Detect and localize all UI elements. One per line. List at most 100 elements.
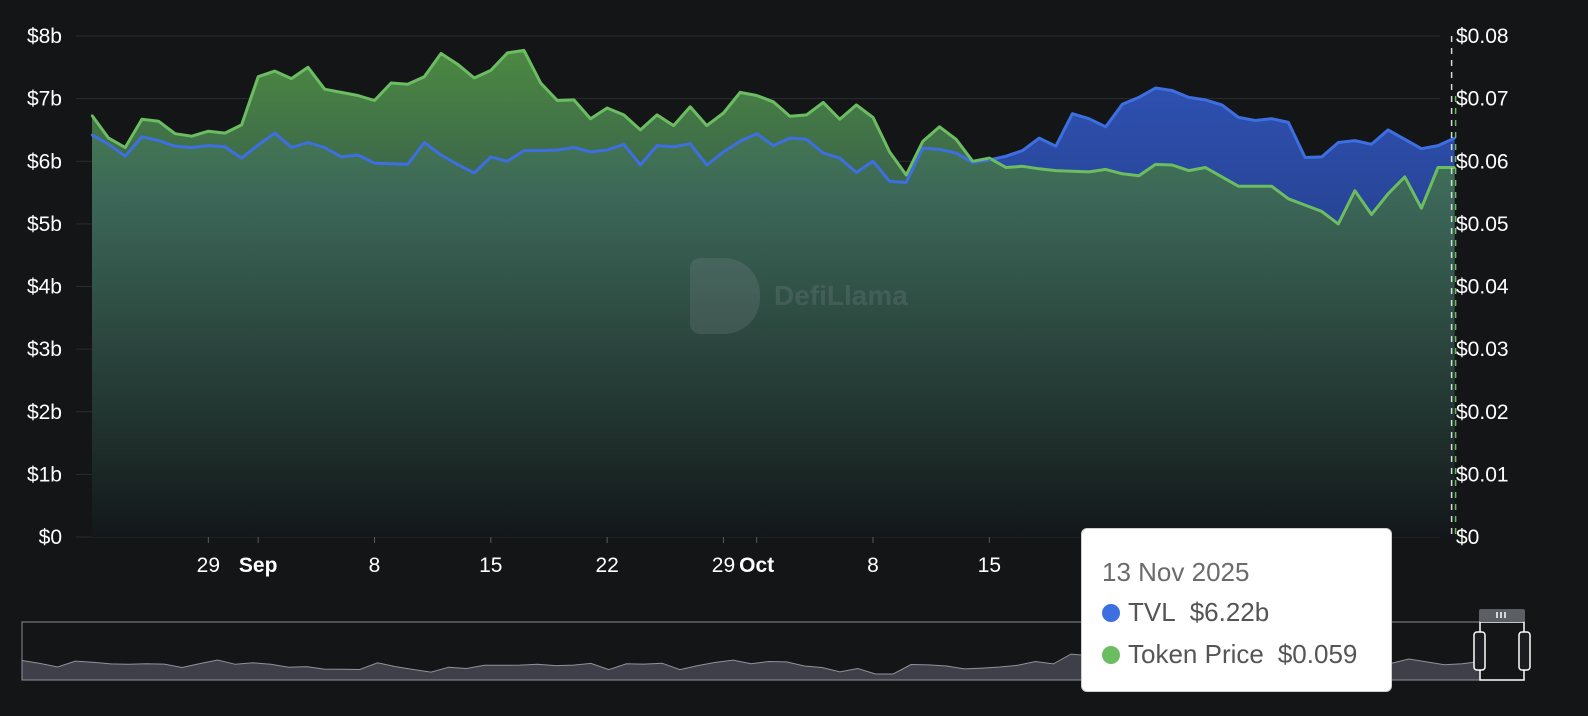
token-price-point xyxy=(522,49,526,52)
token-price-point xyxy=(905,173,908,177)
token-price-point xyxy=(1403,175,1406,179)
tvl-point xyxy=(1254,119,1257,122)
navigator-left-handle[interactable] xyxy=(1473,631,1486,671)
x-axis: 29Sep8152229Oct81522 xyxy=(197,537,1117,577)
tvl-point xyxy=(1270,117,1274,120)
token-price-point xyxy=(855,103,858,107)
token-price-point xyxy=(423,75,426,78)
token-price-point xyxy=(689,105,692,108)
y-left-tick-label: $8b xyxy=(27,25,62,48)
token-price-point xyxy=(1204,166,1207,169)
tvl-point xyxy=(373,161,376,165)
token-price-point xyxy=(1353,189,1357,192)
token-price-point xyxy=(472,76,476,80)
tvl-point xyxy=(273,131,276,135)
y-axis-left: $0 $1b $2b $3b $4b $5b $6b $7b $8b xyxy=(27,25,62,549)
token-price-point xyxy=(1187,169,1190,172)
token-price-point xyxy=(1021,165,1024,168)
token-price-point xyxy=(1386,192,1390,196)
y-right-tick-label: $0.01 xyxy=(1456,463,1509,486)
token-price-point xyxy=(90,114,94,117)
token-price-point xyxy=(1270,185,1274,188)
tvl-point xyxy=(124,155,127,158)
tvl-point xyxy=(522,149,526,152)
token-price-point xyxy=(1054,169,1058,172)
x-tick-label: 8 xyxy=(369,554,381,577)
tvl-point xyxy=(888,180,891,183)
token-price-point xyxy=(639,128,642,132)
tvl-point xyxy=(290,146,293,149)
tvl-point xyxy=(705,163,709,167)
tvl-point xyxy=(1037,136,1041,140)
tooltip-row-tvl: TVL $6.22b xyxy=(1102,597,1269,628)
token-price-point xyxy=(1436,166,1440,169)
tvl-point xyxy=(1087,117,1091,120)
tvl-point xyxy=(306,141,310,144)
token-price-point xyxy=(805,113,808,117)
tvl-point xyxy=(1204,98,1207,102)
navigator-right-handle[interactable] xyxy=(1518,631,1531,671)
token-price-point xyxy=(556,99,559,102)
tvl-point xyxy=(672,145,675,149)
token-price-legend-dot-icon xyxy=(1102,646,1120,664)
y-left-tick-label: $5b xyxy=(27,213,62,236)
tvl-point xyxy=(223,145,227,149)
navigator-selection[interactable] xyxy=(1479,621,1525,681)
token-price-point xyxy=(1137,174,1141,177)
token-price-point xyxy=(1121,172,1124,175)
x-tick-label: 22 xyxy=(595,554,618,577)
tvl-point xyxy=(1187,96,1190,99)
tvl-point xyxy=(1004,155,1008,158)
tvl-point xyxy=(90,133,94,137)
token-price-point xyxy=(389,81,393,85)
tvl-point xyxy=(1137,96,1141,99)
token-price-point xyxy=(888,150,891,154)
token-price-point xyxy=(373,99,376,102)
token-price-point xyxy=(439,52,443,55)
token-price-point xyxy=(622,113,625,117)
tvl-point xyxy=(938,148,941,151)
x-tick-label: 29 xyxy=(712,554,735,577)
tvl-point xyxy=(755,132,758,135)
token-price-point xyxy=(1420,207,1423,210)
tvl-point xyxy=(323,146,326,149)
token-price-point xyxy=(306,66,310,69)
tvl-point xyxy=(639,163,642,167)
token-price-point xyxy=(356,94,360,97)
defillama-watermark: DefiLlama xyxy=(690,256,930,336)
tooltip-date: 13 Nov 2025 xyxy=(1102,557,1250,587)
navigator-drag-handle[interactable] xyxy=(1479,609,1525,622)
tvl-point xyxy=(207,144,210,147)
tvl-point xyxy=(1303,156,1307,159)
tvl-legend-dot-icon xyxy=(1102,604,1120,622)
tvl-point xyxy=(456,163,459,166)
token-price-point xyxy=(1287,197,1290,201)
tvl-point xyxy=(1121,103,1124,106)
token-price-point xyxy=(921,140,925,143)
token-price-point xyxy=(938,125,941,129)
tvl-point xyxy=(1337,141,1340,144)
tvl-point xyxy=(1403,138,1406,141)
tvl-point xyxy=(1237,116,1240,119)
llama-logo-icon xyxy=(690,258,760,334)
y-right-tick-label: $0.03 xyxy=(1456,338,1509,361)
tvl-point xyxy=(921,146,925,150)
tvl-point xyxy=(157,139,160,142)
tvl-point xyxy=(1021,149,1024,152)
token-price-point xyxy=(755,94,758,97)
tooltip-tvl-label: TVL xyxy=(1128,597,1176,627)
y-right-tick-label: $0.06 xyxy=(1456,150,1509,173)
tvl-point xyxy=(838,156,841,160)
token-price-point xyxy=(256,75,260,78)
tvl-point xyxy=(1054,145,1058,148)
token-price-point xyxy=(1220,175,1224,179)
y-right-tick-label: $0.04 xyxy=(1456,276,1509,299)
token-price-point xyxy=(655,113,659,117)
tvl-point xyxy=(1420,147,1423,150)
token-price-point xyxy=(1104,168,1107,171)
tvl-point xyxy=(722,150,725,154)
chart-tooltip: 13 Nov 2025 TVL $6.22b Token Price $0.059 xyxy=(1081,528,1392,692)
token-price-point xyxy=(539,81,542,85)
tvl-point xyxy=(423,141,426,144)
token-price-point xyxy=(140,118,144,121)
